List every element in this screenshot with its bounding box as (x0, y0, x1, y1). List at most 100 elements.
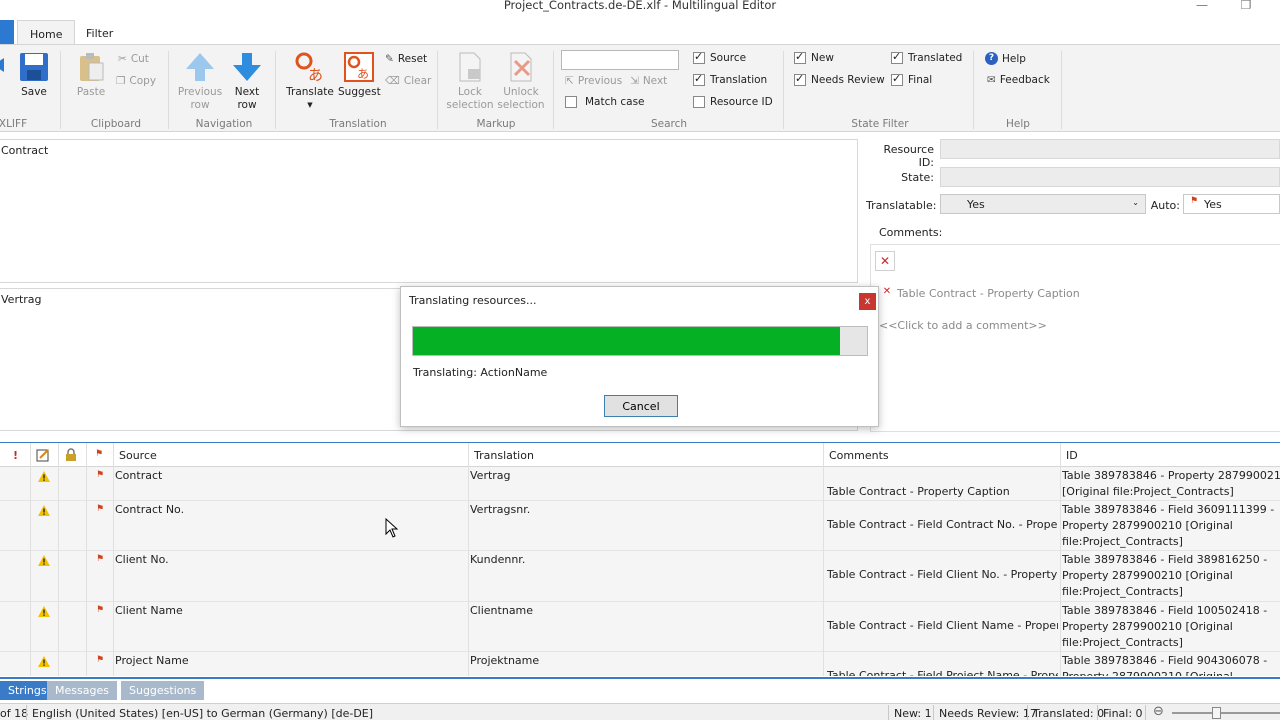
source-text: Contract (1, 144, 49, 157)
save-icon (20, 53, 48, 81)
next-row-button[interactable]: Next row (230, 51, 264, 112)
previous-row-button[interactable]: Previous row (176, 51, 224, 112)
file-tab[interactable] (0, 20, 14, 45)
note-column-icon[interactable] (36, 448, 50, 465)
column-header-id[interactable]: ID (1066, 449, 1078, 462)
error-column-icon[interactable]: ! (13, 449, 18, 462)
zoom-slider-thumb[interactable] (1212, 707, 1221, 719)
search-translation-box[interactable] (693, 72, 705, 86)
resource-id-label: Resource ID: (883, 143, 934, 169)
tab-home[interactable]: Home (17, 20, 76, 45)
lock-column-icon[interactable] (64, 448, 78, 465)
zoom-slider[interactable] (1172, 712, 1280, 714)
scissors-icon: ✂ (118, 53, 127, 65)
source-editor[interactable]: Contract (0, 139, 858, 283)
warning-icon (38, 555, 50, 566)
search-resource-id-checkbox[interactable]: Resource ID (693, 96, 773, 108)
filter-final-box[interactable] (891, 72, 903, 86)
column-header-source[interactable]: Source (119, 449, 157, 462)
cell-id-line1: Table 389783846 - Field 3609111399 - (1062, 503, 1275, 516)
clear-button[interactable]: ⌫ Clear (385, 75, 431, 87)
suggest-icon: あ (344, 52, 374, 82)
table-row[interactable]: ⚑ Contract Vertrag Table Contract - Propert… (0, 467, 1280, 501)
filter-new-label: New (811, 52, 834, 64)
delete-comment-button[interactable]: ✕ (875, 251, 895, 271)
search-input[interactable] (561, 50, 679, 70)
bottom-tabs: Strings Messages Suggestions (0, 677, 1280, 700)
comment-text[interactable]: Table Contract - Property Caption (897, 287, 1080, 300)
cell-id-line3: file:Project_Contracts] (1062, 585, 1183, 598)
state-field[interactable] (940, 167, 1280, 187)
filter-needs-review-box[interactable] (794, 72, 806, 86)
previous-row-label: Previous row (177, 86, 223, 111)
filter-new-checkbox[interactable]: New (794, 50, 834, 64)
column-header-translation[interactable]: Translation (474, 449, 534, 462)
column-divider (86, 443, 87, 676)
translated-count: Translated: 0 (1033, 707, 1105, 720)
column-header-comments[interactable]: Comments (829, 449, 889, 462)
filter-translated-box[interactable] (891, 50, 903, 64)
translatable-select[interactable]: Yes ⌄ (940, 194, 1146, 214)
status-divider (1097, 705, 1098, 720)
match-case-checkbox[interactable]: Match case (565, 96, 645, 108)
auto-select[interactable]: ⚑ Yes (1183, 194, 1280, 214)
cell-translation: Clientname (470, 604, 534, 617)
help-label: Help (1002, 52, 1026, 65)
search-source-checkbox[interactable]: Source (693, 50, 746, 64)
filter-final-checkbox[interactable]: Final (891, 72, 932, 86)
zoom-out-icon[interactable]: ⊖ (1153, 704, 1164, 719)
cell-id-line1: Table 389783846 - Field 100502418 - (1062, 604, 1268, 617)
table-row[interactable]: ⚑ Client No. Kundennr. Table Contract - Fie… (0, 551, 1280, 602)
search-translation-checkbox[interactable]: Translation (693, 72, 767, 86)
cut-button[interactable]: ✂ Cut (118, 53, 149, 65)
maximize-button[interactable]: ❐ (1226, 0, 1266, 14)
save-button[interactable]: Save (15, 51, 53, 99)
search-source-box[interactable] (693, 50, 705, 64)
tab-messages[interactable]: Messages (47, 681, 117, 700)
filter-translated-checkbox[interactable]: Translated (891, 50, 962, 64)
warning-icon (38, 505, 50, 516)
cell-translation: Vertrag (470, 469, 511, 482)
minimize-button[interactable]: — (1182, 0, 1222, 14)
delete-comment-icon[interactable]: ✕ (879, 285, 895, 301)
tab-suggestions[interactable]: Suggestions (121, 681, 205, 700)
help-button[interactable]: ? Help (985, 52, 1026, 65)
paste-button[interactable]: Paste (70, 51, 112, 99)
lock-selection-button[interactable]: Lock selection (446, 51, 494, 112)
cut-label: Cut (130, 53, 149, 65)
reset-button[interactable]: ✎ Reset (385, 53, 427, 65)
ribbon-divider (553, 51, 554, 129)
translate-button[interactable]: あ Translate ▼ (285, 51, 335, 112)
table-row[interactable]: ⚑ Project Name Projektname Table Contract -… (0, 652, 1280, 676)
table-row[interactable]: ⚑ Contract No. Vertragsnr. Table Contract -… (0, 501, 1280, 551)
cancel-button[interactable]: Cancel (604, 395, 678, 417)
cell-source: Contract (115, 469, 163, 482)
match-case-box[interactable] (565, 96, 577, 108)
status-divider (933, 705, 934, 720)
open-icon[interactable] (0, 48, 8, 84)
filter-new-box[interactable] (794, 50, 806, 64)
ribbon: Save XLIFF Paste ✂ Cut ❐ Copy Clipboard Pr… (0, 44, 1280, 132)
search-next-button[interactable]: ⇲ Next (630, 75, 667, 87)
unlock-selection-button[interactable]: Unlock selection (496, 51, 546, 112)
filter-needs-review-checkbox[interactable]: Needs Review (794, 72, 885, 86)
cell-translation: Kundennr. (470, 553, 526, 566)
cell-translation: Projektname (470, 654, 540, 667)
paste-label: Paste (76, 86, 106, 98)
state-label: State: (901, 171, 934, 184)
search-resource-id-box[interactable] (693, 96, 705, 108)
resource-id-field[interactable] (940, 139, 1280, 159)
window-title: Project_Contracts.de-DE.xlf - Multilingu… (503, 0, 777, 12)
copy-icon: ❐ (116, 75, 126, 87)
suggest-button[interactable]: あ Suggest (338, 51, 381, 99)
copy-button[interactable]: ❐ Copy (116, 75, 156, 87)
add-comment-link[interactable]: <<Click to add a comment>> (879, 319, 1047, 332)
ribbon-divider (783, 51, 784, 129)
dialog-close-button[interactable]: x (859, 293, 876, 310)
state-column-icon[interactable]: ⚑ (95, 449, 103, 459)
feedback-button[interactable]: ✉ Feedback (987, 74, 1050, 86)
search-previous-button[interactable]: ⇱ Previous (565, 75, 622, 87)
table-row[interactable]: ⚑ Client Name Clientname Table Contract - F… (0, 602, 1280, 652)
tab-filter[interactable]: Filter (74, 20, 125, 45)
dialog-status-value: ActionName (480, 366, 548, 379)
